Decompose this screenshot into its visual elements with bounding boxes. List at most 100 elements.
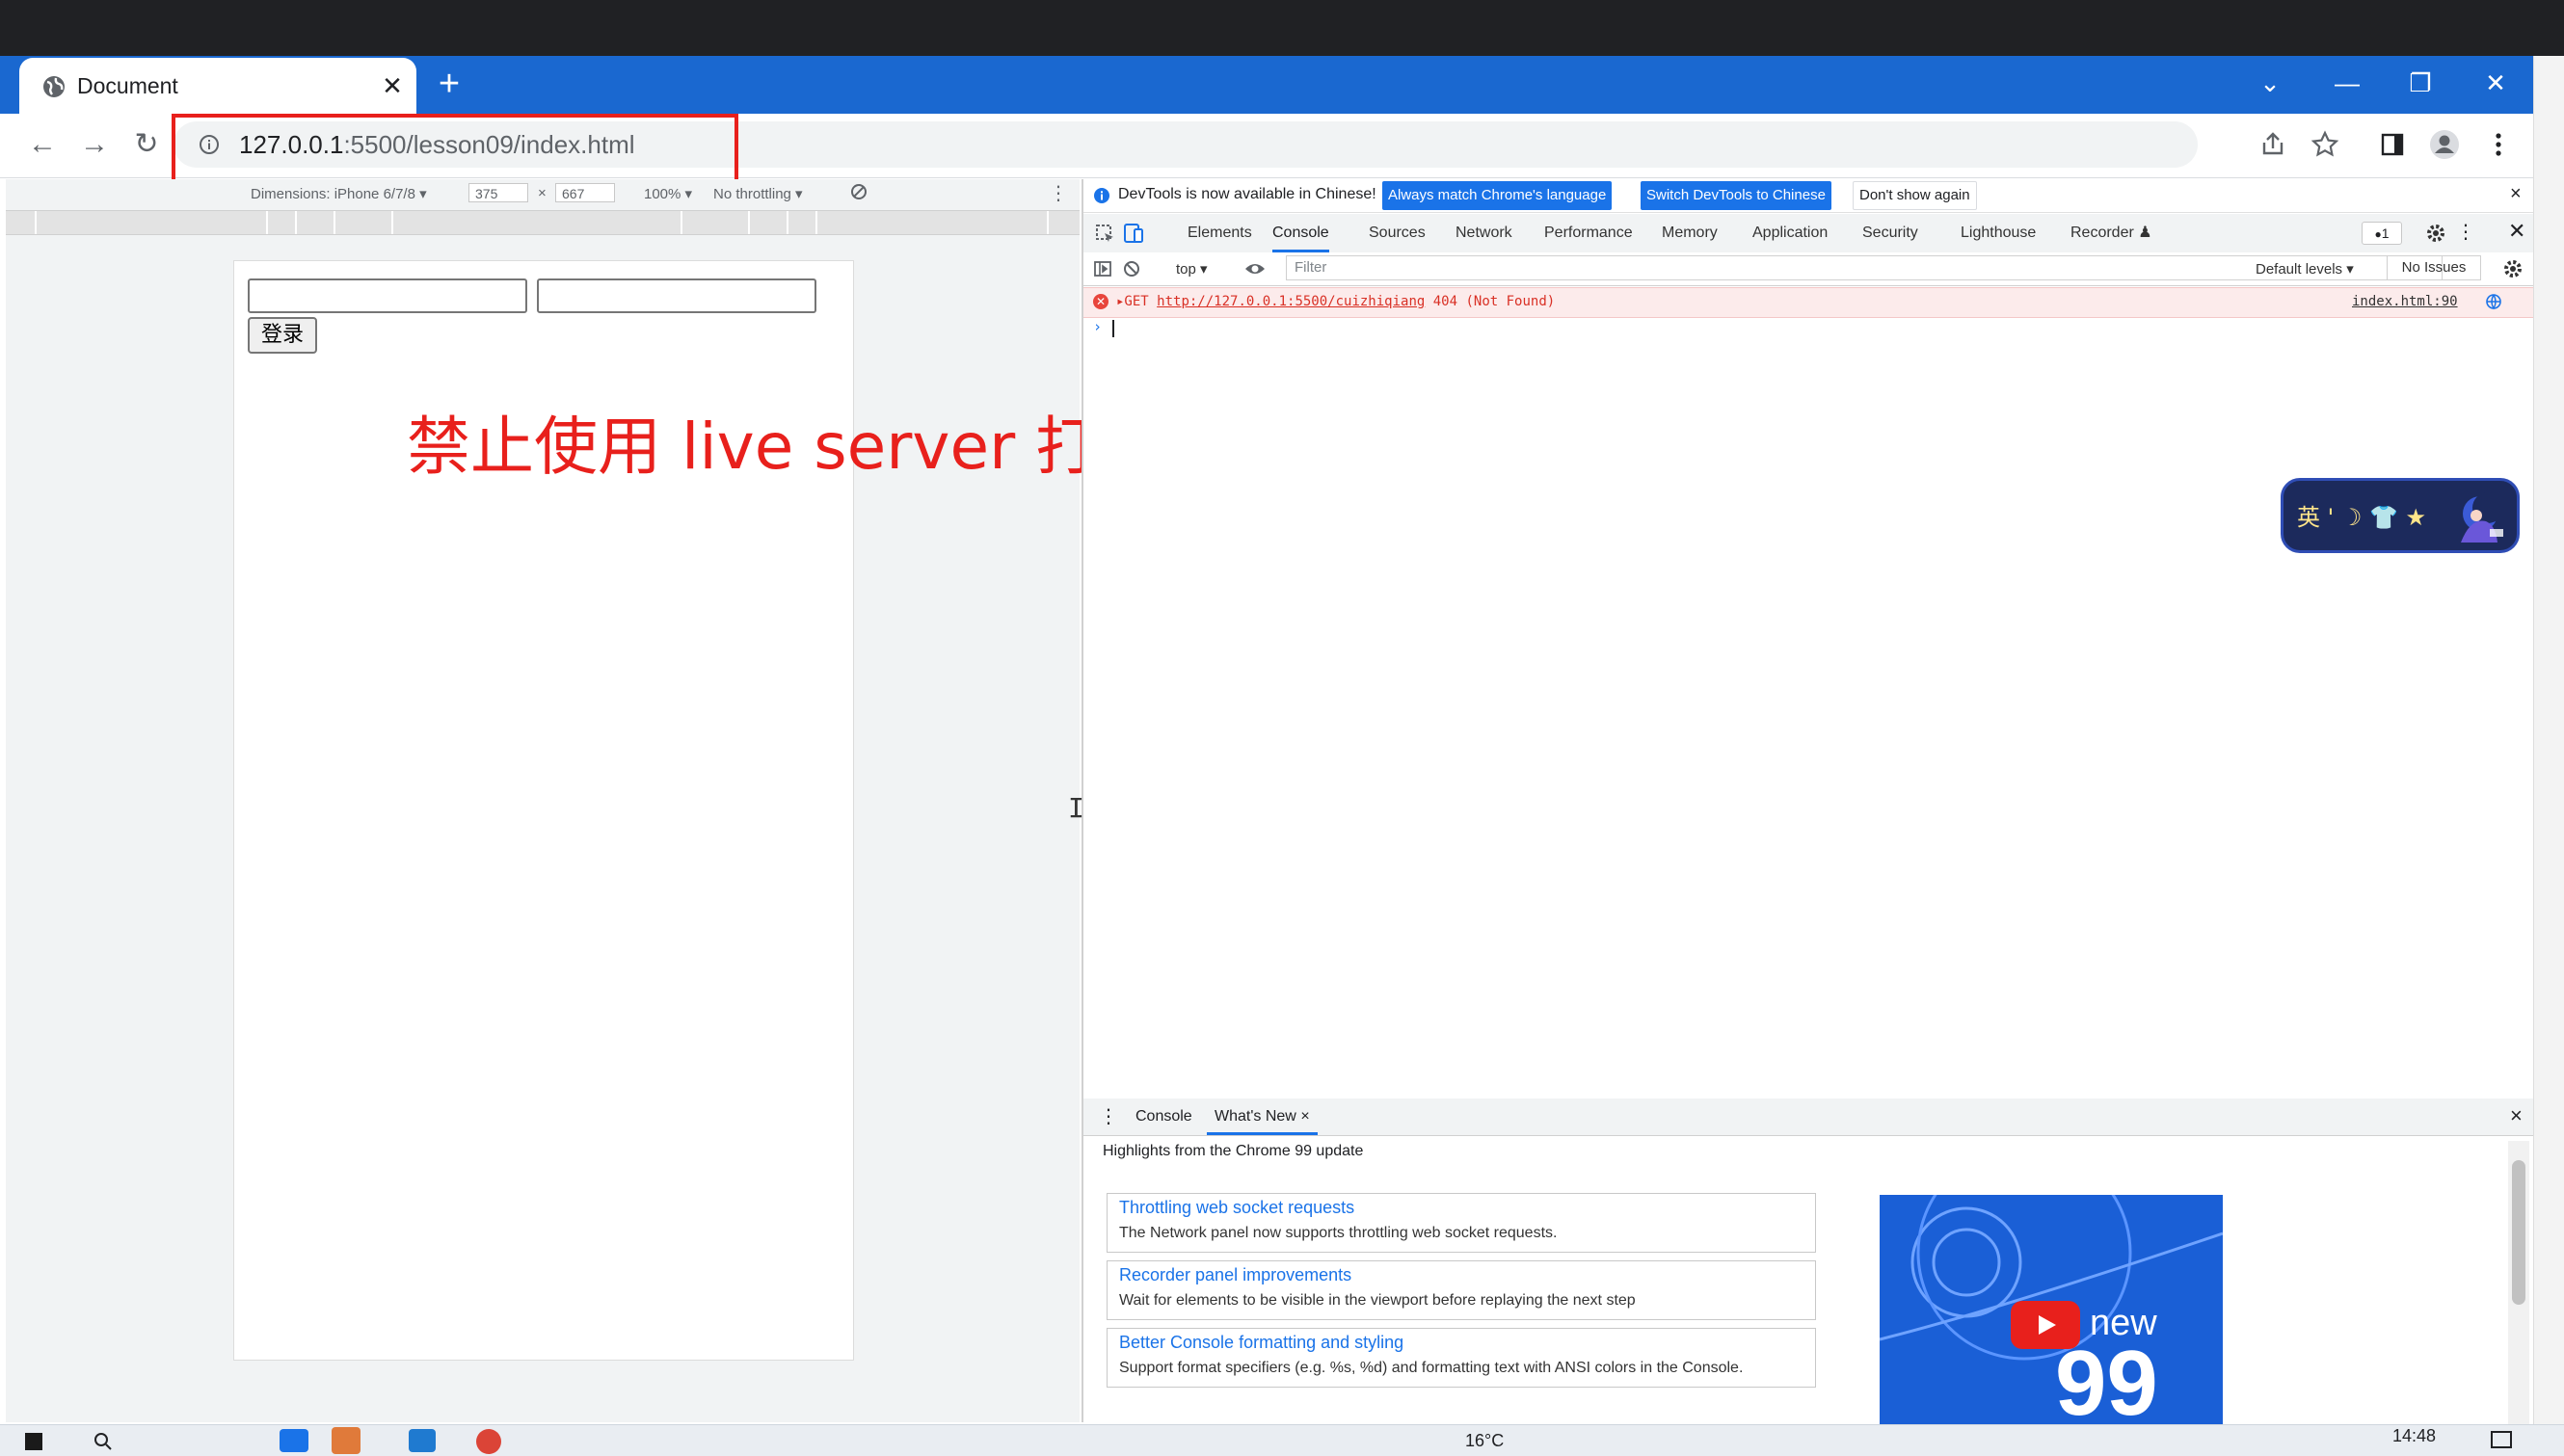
new-tab-button[interactable]: +	[432, 66, 467, 102]
sidepanel-icon[interactable]	[2371, 123, 2414, 166]
prompt-arrow: ›	[1093, 318, 1103, 335]
reload-button[interactable]: ↻	[125, 123, 168, 166]
feature-title[interactable]: Better Console formatting and styling	[1119, 1333, 1403, 1353]
drawer-tab-console[interactable]: Console	[1135, 1108, 1192, 1125]
highlights-heading: Highlights from the Chrome 99 update	[1103, 1143, 1364, 1159]
switch-chinese-button[interactable]: Switch DevTools to Chinese	[1641, 181, 1831, 210]
inspect-icon[interactable]	[1095, 224, 1116, 245]
media-query-ruler	[6, 210, 1080, 235]
settings-icon[interactable]	[2425, 223, 2446, 244]
console-settings-icon[interactable]	[2502, 258, 2524, 279]
drawer-tabs: ⋮ Console What's New × ×	[1083, 1099, 2533, 1136]
star-icon[interactable]	[2304, 123, 2346, 166]
feature-card[interactable]: Throttling web socket requests The Netwo…	[1107, 1193, 1816, 1253]
minimize-button[interactable]: —	[2323, 64, 2371, 102]
drawer-menu-icon[interactable]: ⋮	[1099, 1104, 1118, 1128]
tab-title: Document	[77, 73, 178, 98]
devtools-more-icon[interactable]: ⋮	[2456, 220, 2475, 244]
window-edge	[2533, 56, 2564, 1424]
rotate-icon[interactable]	[848, 181, 869, 202]
dont-show-button[interactable]: Don't show again	[1853, 181, 1977, 210]
zoom-select[interactable]: 100% ▾	[644, 185, 692, 202]
tab-elements[interactable]: Elements	[1188, 214, 1252, 252]
forward-button[interactable]: →	[73, 123, 116, 166]
clear-console-icon[interactable]	[1122, 259, 1141, 278]
browser-tab[interactable]: Document ✕	[19, 58, 416, 114]
infobar-close-icon[interactable]: ×	[2510, 183, 2522, 205]
vscode-icon[interactable]	[409, 1429, 436, 1452]
tab-application[interactable]: Application	[1752, 214, 1828, 252]
ime-label: 英 ' ☽ 👕 ★	[2297, 504, 2427, 531]
tab-recorder[interactable]: Recorder ♟	[2070, 214, 2152, 252]
feature-card[interactable]: Better Console formatting and styling Su…	[1107, 1328, 1816, 1388]
drawer-scrollbar[interactable]	[2508, 1141, 2529, 1426]
height-input[interactable]: 667	[555, 183, 615, 202]
whats-new-video[interactable]: new 99	[1880, 1195, 2223, 1430]
device-toggle-icon[interactable]	[1122, 222, 1145, 245]
issues-count: 1	[2381, 225, 2390, 241]
whats-new-close-icon[interactable]: ×	[1300, 1108, 1309, 1125]
title-strip	[0, 0, 2564, 56]
tab-console[interactable]: Console	[1272, 214, 1329, 252]
network-globe-icon	[2485, 293, 2502, 310]
console-toolbar: top ▾ Filter Default levels ▾ No Issues	[1083, 252, 2533, 286]
tab-network[interactable]: Network	[1456, 214, 1512, 252]
scrollbar-thumb[interactable]	[2512, 1160, 2525, 1305]
tab-performance[interactable]: Performance	[1544, 214, 1633, 252]
tab-lighthouse[interactable]: Lighthouse	[1961, 214, 2036, 252]
console-error-row: ✕ ▸GET http://127.0.0.1:5500/cuizhiqiang…	[1083, 287, 2533, 318]
menu-icon[interactable]	[2477, 123, 2520, 166]
back-button[interactable]: ←	[21, 123, 64, 166]
username-input[interactable]	[248, 278, 527, 313]
feature-card[interactable]: Recorder panel improvements Wait for ele…	[1107, 1260, 1816, 1320]
error-source-link[interactable]: index.html:90	[2352, 294, 2458, 309]
device-more-icon[interactable]: ⋮	[1049, 181, 1068, 205]
throttling-select[interactable]: No throttling ▾	[713, 185, 803, 202]
profile-icon[interactable]	[2423, 123, 2466, 166]
clock: 14:48	[2392, 1426, 2437, 1445]
feature-desc: Support format specifiers (e.g. %s, %d) …	[1119, 1360, 1744, 1376]
language-infobar: DevTools is now available in Chinese! Al…	[1083, 179, 2533, 213]
ime-toolbar[interactable]: 英 ' ☽ 👕 ★	[2281, 478, 2520, 553]
error-url[interactable]: http://127.0.0.1:5500/cuizhiqiang	[1157, 294, 1425, 309]
tab-sources[interactable]: Sources	[1369, 214, 1426, 252]
issues-counter[interactable]: ●1	[2362, 222, 2402, 245]
chrome-icon[interactable]	[476, 1429, 501, 1454]
info-icon	[1093, 187, 1110, 204]
issue-dot-icon: ●	[2374, 227, 2382, 241]
feature-title[interactable]: Throttling web socket requests	[1119, 1198, 1354, 1218]
password-input[interactable]	[537, 278, 816, 313]
app-icon[interactable]	[332, 1427, 361, 1454]
match-language-button[interactable]: Always match Chrome's language	[1382, 181, 1613, 210]
login-button[interactable]: 登录	[248, 317, 317, 354]
levels-select[interactable]: Default levels ▾	[2256, 260, 2354, 278]
issues-button[interactable]: No Issues	[2387, 255, 2481, 280]
console-prompt[interactable]: ›	[1083, 316, 2533, 341]
feature-desc: Wait for elements to be visible in the v…	[1119, 1292, 1636, 1309]
start-icon[interactable]	[25, 1433, 42, 1450]
tab-search-icon[interactable]: ⌄	[2246, 64, 2294, 102]
restore-button[interactable]: ❐	[2396, 64, 2444, 102]
window-close-button[interactable]: ✕	[2471, 64, 2520, 102]
search-icon[interactable]	[93, 1431, 114, 1452]
feature-title[interactable]: Recorder panel improvements	[1119, 1265, 1351, 1285]
caret	[1112, 320, 1114, 337]
drawer-tab-whats-new[interactable]: What's New ×	[1207, 1099, 1318, 1135]
eye-icon[interactable]	[1243, 259, 1267, 278]
drawer-close-icon[interactable]: ×	[2510, 1103, 2523, 1128]
app-icon[interactable]	[280, 1429, 308, 1452]
error-icon: ✕	[1093, 294, 1108, 309]
video-version-label: 99	[2055, 1332, 2158, 1430]
width-input[interactable]: 375	[468, 183, 528, 202]
share-icon[interactable]	[2252, 123, 2294, 166]
moon-figure-icon	[2461, 492, 2503, 543]
info-message: DevTools is now available in Chinese!	[1118, 186, 1376, 202]
devtools-close-icon[interactable]: ✕	[2508, 219, 2525, 244]
device-select[interactable]: Dimensions: iPhone 6/7/8 ▾	[251, 185, 427, 202]
tab-close-icon[interactable]: ✕	[378, 71, 407, 100]
tab-security[interactable]: Security	[1862, 214, 1918, 252]
sidebar-toggle-icon[interactable]	[1093, 259, 1112, 278]
tab-memory[interactable]: Memory	[1662, 214, 1718, 252]
notification-icon[interactable]	[2491, 1431, 2512, 1448]
context-select[interactable]: top ▾	[1176, 260, 1208, 278]
